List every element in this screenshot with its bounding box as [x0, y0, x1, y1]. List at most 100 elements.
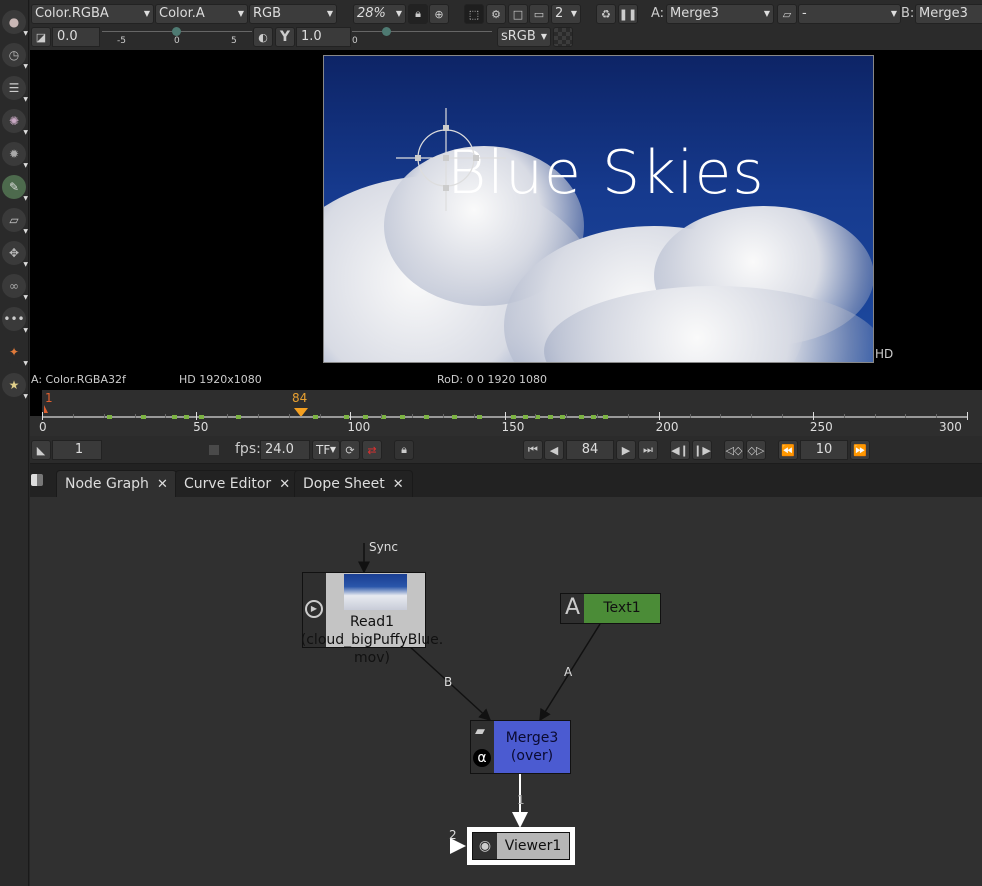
frame-range-button[interactable]: ◣ — [31, 440, 51, 460]
step-back-icon: ◀❙ — [671, 444, 689, 457]
close-icon[interactable]: ✕ — [393, 477, 404, 492]
play-backward-button[interactable]: ◀ — [544, 440, 564, 460]
proxy-level-select[interactable]: 2▼ — [551, 4, 581, 24]
viewer-image[interactable]: Blue Skies — [323, 55, 874, 363]
timeline-minor-tick — [936, 414, 937, 418]
timeline-lock-button[interactable]: 🔒︎ — [394, 440, 414, 460]
close-icon[interactable]: ✕ — [279, 477, 290, 492]
node-graph-canvas[interactable]: Sync B A 1 2 ▶ Read1 (cloud_bigPuffyBlue… — [30, 497, 982, 886]
skip-backward-increment-button[interactable]: ⏪ — [778, 440, 798, 460]
star-icon: ★ — [9, 378, 20, 392]
timeline-tick-label: 100 — [347, 420, 370, 434]
merge-tools-button[interactable]: ▱▼ — [2, 208, 26, 232]
checkerboard-button[interactable] — [553, 27, 573, 47]
other-tools-button[interactable]: •••▼ — [2, 307, 26, 331]
pause-updates-button[interactable]: ❚❚ — [618, 4, 638, 24]
color-tools-button[interactable]: ✺▼ — [2, 109, 26, 133]
current-frame-field[interactable]: 84 — [566, 440, 614, 460]
more-icon: ••• — [3, 312, 24, 326]
lock-icon: 🔒︎ — [415, 7, 421, 21]
roi-add-button[interactable]: ⊕ — [429, 4, 449, 24]
last-frame-button[interactable]: ⏭ — [638, 440, 658, 460]
keyer-tools-button[interactable]: ✎▼ — [2, 175, 26, 199]
input-a-select[interactable]: Merge3▼ — [666, 4, 774, 24]
timeline-minor-tick — [720, 414, 721, 418]
composite-op-button[interactable]: ▱ — [777, 4, 797, 24]
composite-op-select[interactable]: -▼ — [798, 4, 901, 24]
image-icon: ● — [9, 15, 19, 29]
transform-tools-button[interactable]: ✥▼ — [2, 241, 26, 265]
merge3-node[interactable]: ▰ α Merge3 (over) — [470, 720, 571, 774]
gain-field[interactable]: 0.0 — [52, 27, 100, 47]
next-key-icon: ◇▷ — [748, 444, 765, 457]
clip-to-project-button[interactable]: □ — [508, 4, 528, 24]
recycle-icon: ♻ — [601, 8, 611, 21]
text1-node[interactable]: A Text1 — [560, 593, 661, 624]
timeline-tick-label: 300 — [939, 420, 962, 434]
extra-tools-button[interactable]: ★▼ — [2, 373, 26, 397]
input-b-select[interactable]: Merge3 — [915, 4, 982, 24]
panel-menu-button[interactable] — [31, 474, 43, 486]
display-channels-select[interactable]: RGB▼ — [249, 4, 337, 24]
viewer1-node[interactable]: ◉ Viewer1 — [467, 827, 575, 865]
channel-tools-button[interactable]: ☰▼ — [2, 76, 26, 100]
format-badge: HD — [875, 347, 893, 361]
gain-slider-handle[interactable] — [172, 27, 181, 36]
alpha-channel-select[interactable]: Color.A▼ — [155, 4, 248, 24]
gamma-toggle-button[interactable]: ◐ — [253, 27, 273, 47]
gain-toggle-button[interactable]: ◪ — [31, 27, 51, 47]
colorspace-select[interactable]: sRGB▼ — [497, 27, 551, 47]
playback-mode-button[interactable]: ⟳ — [340, 440, 360, 460]
viewer-input-2-label: 2 — [449, 828, 457, 842]
range-icon: ◣ — [37, 444, 45, 457]
proxy-button[interactable]: ▭ — [529, 4, 549, 24]
gamma-field[interactable]: 1.0 — [296, 27, 351, 47]
viewer-toolbar: Color.RGBA▼ Color.A▼ RGB▼ 28%▼ 🔒︎ ⊕ ⬚ ⚙ … — [30, 0, 982, 50]
timeline-minor-tick — [535, 414, 536, 418]
first-frame-field[interactable]: 1 — [52, 440, 102, 460]
info-bar: A: Color.RGBA32f HD 1920x1080 RoD: 0 0 1… — [30, 370, 982, 390]
input-a-label: A: — [651, 6, 664, 21]
filter-tools-button[interactable]: ✹▼ — [2, 142, 26, 166]
channel-icon: ☰ — [9, 81, 20, 95]
turbo-checkbox[interactable] — [209, 445, 219, 455]
image-tools-button[interactable]: ●▼ — [2, 10, 26, 34]
fps-field[interactable]: 24.0 — [260, 440, 310, 460]
timeline-minor-tick — [412, 414, 413, 418]
next-frame-button[interactable]: ❙▶ — [692, 440, 712, 460]
previous-frame-button[interactable]: ◀❙ — [670, 440, 690, 460]
multiview-tools-button[interactable]: ∞▼ — [2, 274, 26, 298]
zoom-select[interactable]: 28%▼ — [353, 4, 406, 24]
render-settings-button[interactable]: ⚙ — [486, 4, 506, 24]
play-forward-button[interactable]: ▶ — [616, 440, 636, 460]
current-frame-label: 84 — [292, 391, 307, 405]
next-keyframe-button[interactable]: ◇▷ — [746, 440, 766, 460]
sync-lock-button[interactable]: 🔒︎ — [408, 4, 428, 24]
eye-icon: ◉ — [473, 833, 497, 859]
gamma-slider-handle[interactable] — [382, 27, 391, 36]
in-out-button[interactable]: ⇄ — [362, 440, 382, 460]
gamma-slider[interactable]: 0 — [352, 27, 492, 47]
region-of-interest-button[interactable]: ⬚ — [464, 4, 484, 24]
refresh-button[interactable]: ♻ — [596, 4, 616, 24]
first-frame-button[interactable]: ⏮ — [523, 440, 543, 460]
timecode-select[interactable]: TF▼ — [312, 440, 340, 460]
proxy-icon: ▭ — [534, 8, 544, 21]
channels-info: A: Color.RGBA32f — [31, 373, 126, 386]
increment-field[interactable]: 10 — [800, 440, 848, 460]
previous-keyframe-button[interactable]: ◁◇ — [724, 440, 744, 460]
frame-icon: □ — [513, 8, 523, 21]
close-icon[interactable]: ✕ — [157, 477, 168, 492]
tab-curve-editor[interactable]: Curve Editor✕ — [175, 470, 299, 497]
timeline-minor-tick — [104, 414, 105, 418]
skip-forward-increment-button[interactable]: ⏩ — [850, 440, 870, 460]
time-tools-button[interactable]: ◷▼ — [2, 43, 26, 67]
timeline[interactable]: 1 84 050100150200250300 — [30, 390, 982, 436]
tab-node-graph[interactable]: Node Graph✕ — [56, 470, 177, 497]
tab-dope-sheet[interactable]: Dope Sheet✕ — [294, 470, 413, 497]
transform-handle[interactable] — [394, 106, 514, 216]
layer-select[interactable]: Color.RGBA▼ — [31, 4, 154, 24]
gain-slider[interactable]: -5 0 5 — [102, 27, 252, 47]
timeline-minor-tick — [597, 414, 598, 418]
plugins-tools-button[interactable]: ✦▼ — [2, 340, 26, 364]
